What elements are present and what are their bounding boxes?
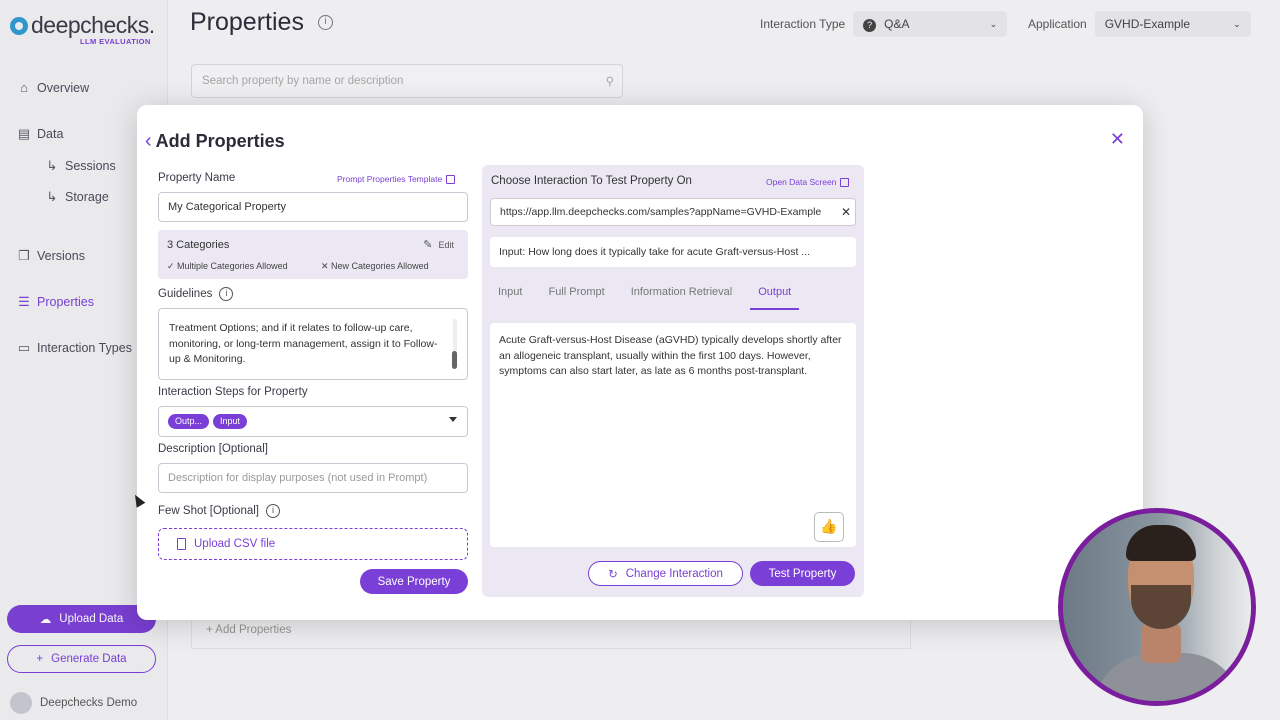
test-property-button[interactable]: Test Property [750,561,855,586]
tab-information-retrieval[interactable]: Information Retrieval [623,278,741,310]
pencil-icon: ✎ [423,239,433,251]
add-properties-modal: ‹ Add Properties ✕ Property Name Prompt … [137,105,1143,620]
interaction-input-preview: Input: How long does it typically take f… [490,237,856,267]
edit-categories-button[interactable]: ✎ Edit [423,238,454,251]
interaction-url-input[interactable]: https://app.llm.deepchecks.com/samples?a… [490,198,856,226]
change-interaction-button[interactable]: ↻ Change Interaction [588,561,743,586]
close-icon[interactable]: ✕ [1110,129,1125,150]
new-categories-flag: ✕ New Categories Allowed [321,261,429,271]
property-name-label: Property Name [158,172,236,184]
categories-title: 3 Categories [167,239,230,251]
test-panel-title: Choose Interaction To Test Property On [491,175,692,187]
guidelines-label: Guidelines i [158,287,234,301]
back-arrow-icon[interactable]: ‹ [145,130,152,153]
tab-output[interactable]: Output [750,278,800,310]
modal-title: ‹ Add Properties [145,130,285,153]
test-property-panel: Choose Interaction To Test Property On O… [482,165,864,597]
categories-box: 3 Categories ✎ Edit ✓ Multiple Categorie… [158,230,468,279]
external-link-icon [446,174,456,184]
interaction-steps-label: Interaction Steps for Property [158,386,308,398]
scrollbar-thumb[interactable] [452,351,457,369]
external-link-icon [840,177,850,187]
upload-csv-button[interactable]: Upload CSV file [158,528,468,560]
clear-icon[interactable]: ✕ [841,205,851,219]
prompt-template-link[interactable]: Prompt Properties Template [337,174,456,184]
property-name-input[interactable]: My Categorical Property [158,192,468,222]
tab-input[interactable]: Input [490,278,530,310]
output-text: Acute Graft-versus-Host Disease (aGVHD) … [499,334,842,377]
thumbs-up-icon[interactable]: 👍 [814,512,844,542]
interaction-tabs: Input Full Prompt Information Retrieval … [490,278,809,310]
file-icon [177,538,186,550]
refresh-icon: ↻ [608,568,618,581]
step-chip[interactable]: Outp... [168,414,210,429]
guidelines-textarea[interactable]: Treatment Options; and if it relates to … [158,308,468,380]
description-input[interactable]: Description for display purposes (not us… [158,463,468,493]
open-data-screen-link[interactable]: Open Data Screen [766,177,850,187]
step-chip[interactable]: Input [213,414,248,429]
webcam-overlay [1058,508,1256,706]
tab-full-prompt[interactable]: Full Prompt [540,278,612,310]
interaction-steps-select[interactable]: Outp... Input [158,406,468,437]
description-label: Description [Optional] [158,443,268,455]
output-text-box: Acute Graft-versus-Host Disease (aGVHD) … [490,323,856,547]
info-icon[interactable]: i [266,504,280,518]
multiple-categories-flag: ✓ Multiple Categories Allowed [167,261,288,271]
save-property-button[interactable]: Save Property [360,569,468,594]
info-icon[interactable]: i [219,287,234,301]
caret-down-icon [449,417,457,422]
few-shot-label: Few Shot [Optional] i [158,504,280,518]
